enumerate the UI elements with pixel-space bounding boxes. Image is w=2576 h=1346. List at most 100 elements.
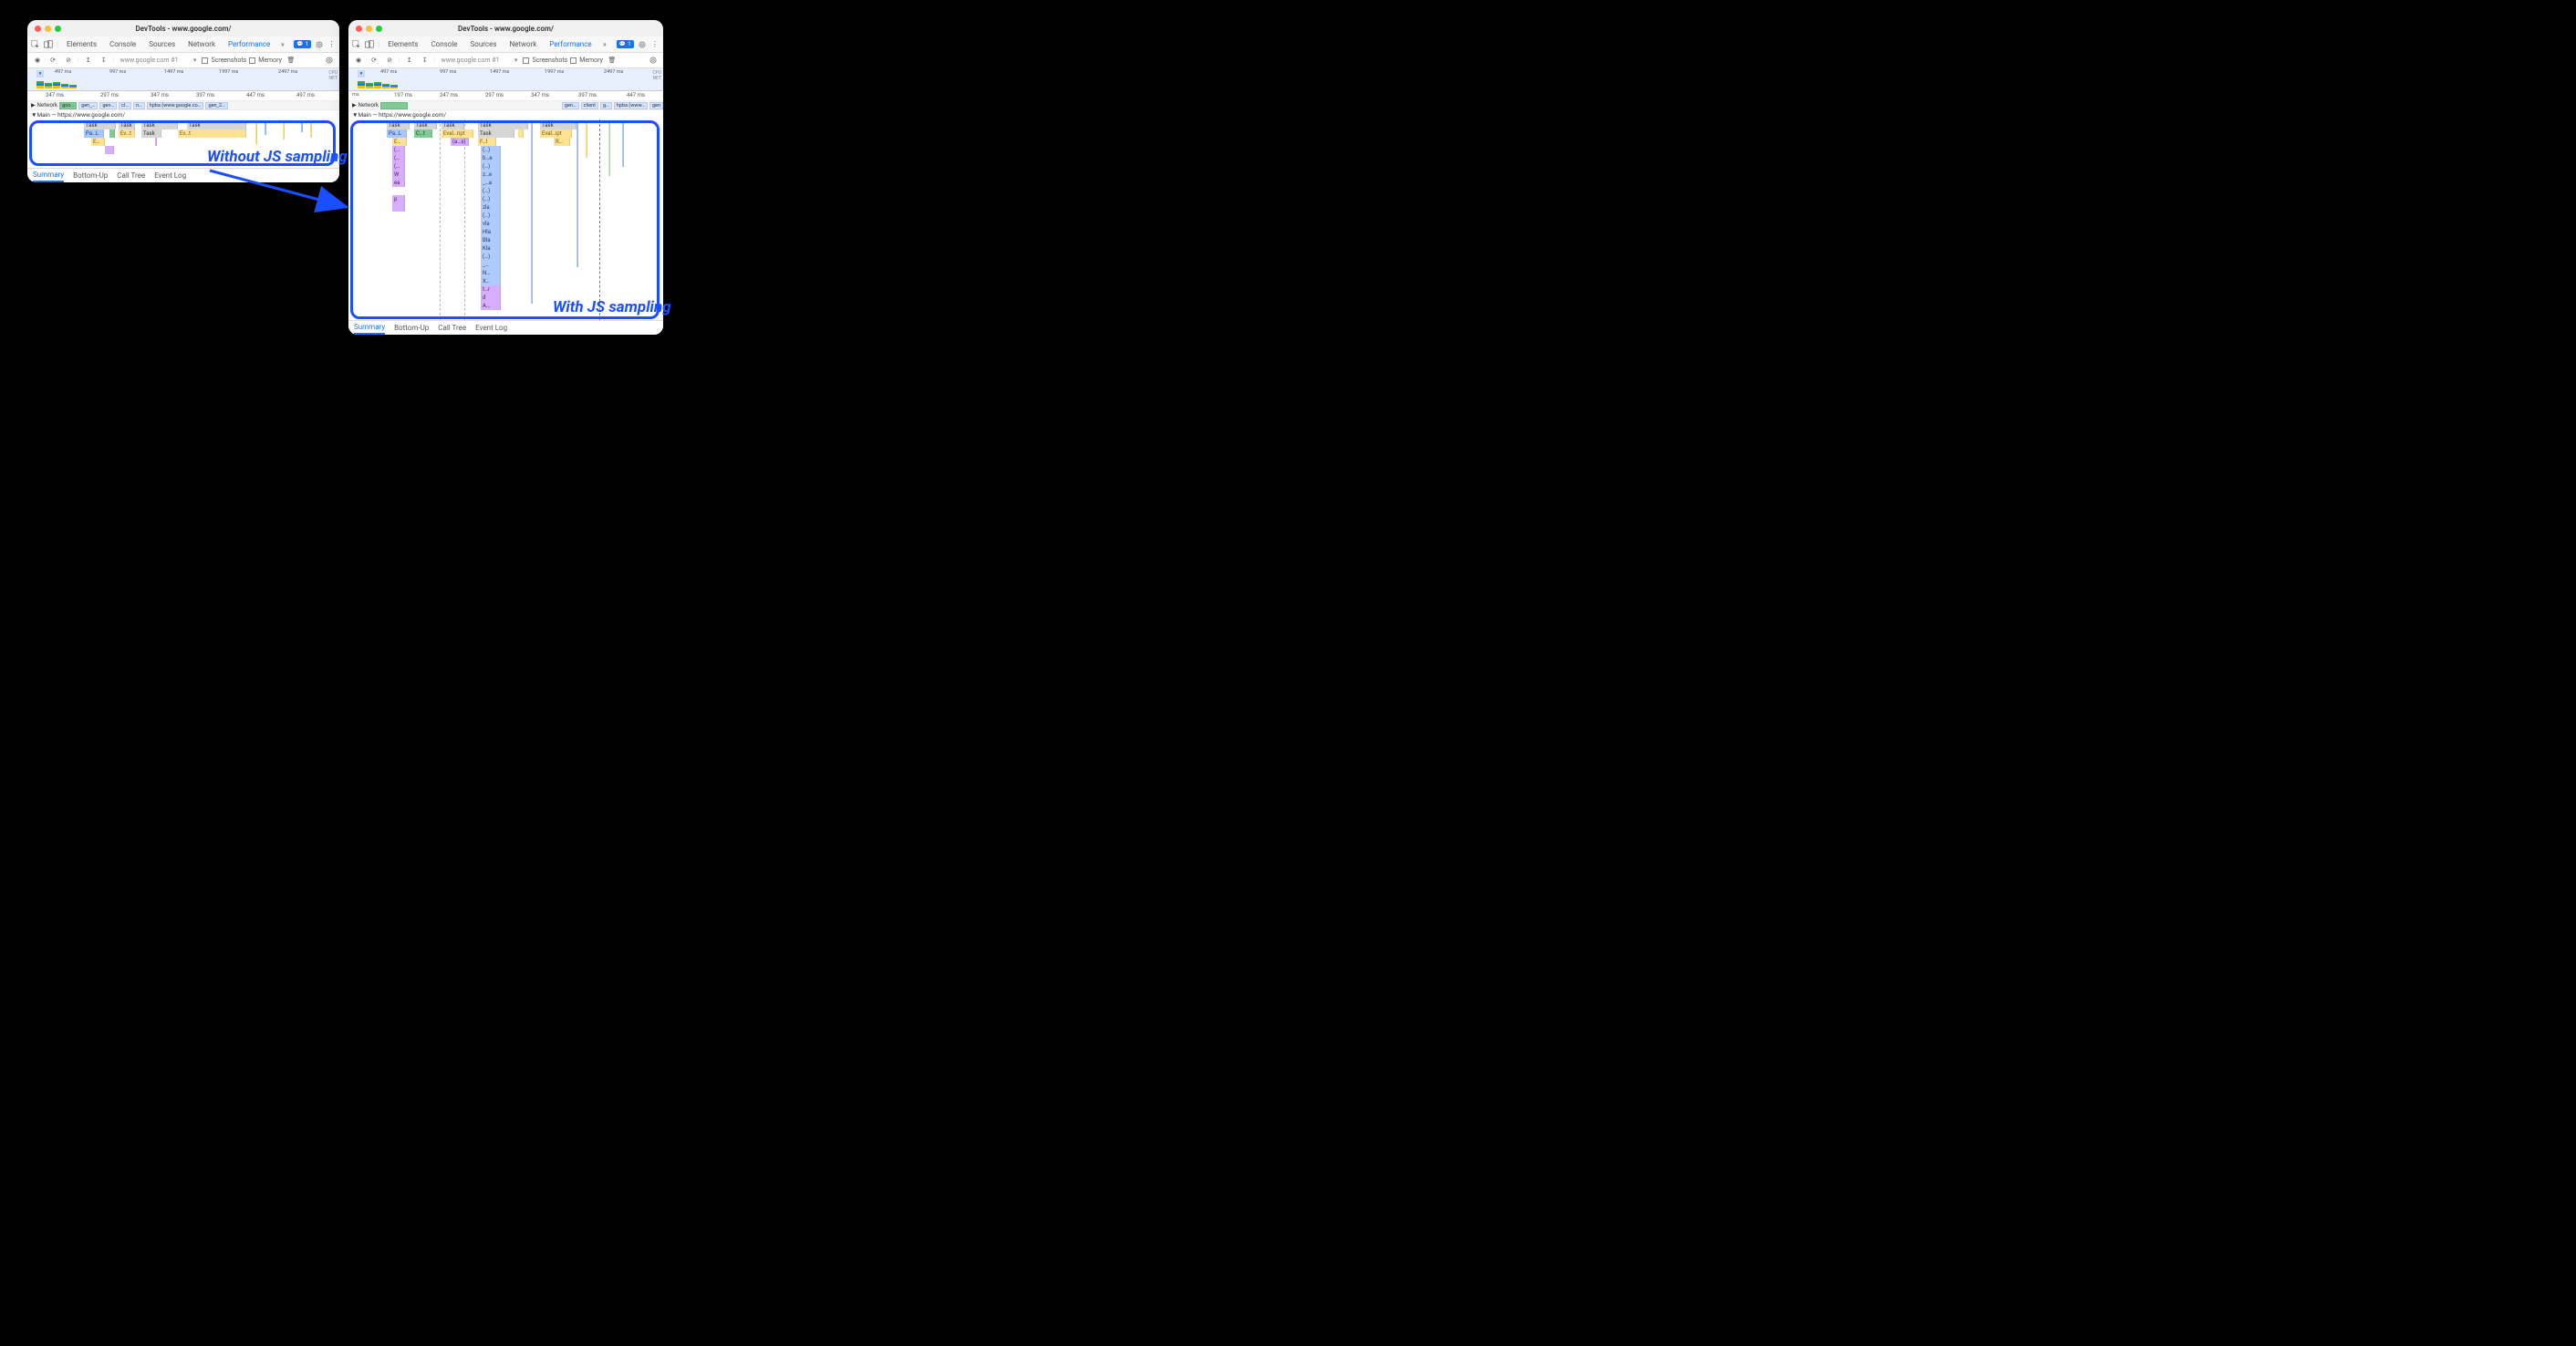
tab-eventlog[interactable]: Event Log (154, 170, 186, 181)
recording-select[interactable]: www.google.com #1▾ (438, 57, 520, 64)
network-request[interactable]: g… (600, 102, 612, 109)
flame-entry[interactable]: vla (481, 220, 501, 228)
flame-entry[interactable]: d (481, 294, 501, 302)
network-request[interactable]: gen… (562, 102, 579, 109)
clear-icon[interactable]: ⊘ (62, 54, 75, 67)
network-request[interactable]: hpba (www.google.co… (147, 102, 204, 109)
memory-checkbox[interactable] (249, 57, 255, 64)
timeline-overview[interactable]: ⏸ 497 ms 997 ms 1497 ms 1997 ms 2497 ms … (348, 68, 663, 91)
record-icon[interactable]: ◉ (31, 54, 44, 67)
issues-badge[interactable]: 💬 1 (294, 40, 311, 48)
flame-entry[interactable]: A… (481, 302, 501, 310)
tab-performance[interactable]: Performance (223, 38, 275, 50)
inspect-icon[interactable] (352, 38, 361, 51)
tab-elements[interactable]: Elements (383, 38, 422, 50)
record-icon[interactable]: ◉ (352, 54, 365, 67)
memory-checkbox[interactable] (570, 57, 576, 64)
issues-badge[interactable]: 💬 1 (617, 40, 634, 48)
flame-entry[interactable]: b…e (481, 154, 501, 162)
traffic-lights[interactable] (35, 26, 61, 32)
upload-icon[interactable]: ↥ (82, 54, 95, 67)
upload-icon[interactable]: ↥ (403, 54, 416, 67)
tab-network[interactable]: Network (183, 38, 220, 50)
traffic-lights[interactable] (356, 26, 382, 32)
tab-summary[interactable]: Summary (33, 169, 64, 182)
flame-entry[interactable]: (…) (481, 195, 501, 203)
network-request[interactable]: cl… (119, 102, 131, 109)
network-track[interactable]: ▶Network gen… client g… hpba (www… gen (348, 101, 663, 110)
clear-icon[interactable]: ⊘ (383, 54, 396, 67)
timeline-overview[interactable]: ⏸ 497 ms 997 ms 1497 ms 1997 ms 2497 ms … (27, 68, 339, 91)
device-toggle-icon[interactable] (365, 38, 374, 51)
kebab-icon[interactable]: ⋮ (327, 38, 336, 51)
tab-bottomup[interactable]: Bottom-Up (394, 322, 429, 334)
flame-entry[interactable]: (…) (481, 146, 501, 154)
network-request[interactable] (380, 102, 408, 109)
flame-entry[interactable]: z…e (481, 171, 501, 179)
screenshots-checkbox[interactable] (202, 57, 208, 64)
reload-record-icon[interactable]: ⟳ (368, 54, 380, 67)
network-request[interactable]: gen_2… (205, 102, 227, 109)
tab-console[interactable]: Console (105, 38, 140, 50)
flame-entry[interactable]: (…) (481, 162, 501, 171)
gear-icon[interactable] (638, 38, 647, 51)
minimize-icon[interactable] (366, 26, 372, 32)
network-track[interactable]: ▶Network goo… gen_… gen… cl… n… hpba (ww… (27, 101, 339, 110)
flame-entry[interactable]: Bla (481, 236, 501, 244)
tab-sources[interactable]: Sources (144, 38, 180, 50)
flame-entry[interactable]: (…) (481, 212, 501, 220)
network-request[interactable]: client (581, 102, 598, 109)
time-ruler[interactable]: ms 197 ms 247 ms 297 ms 347 ms 397 ms 44… (348, 91, 663, 101)
tab-elements[interactable]: Elements (62, 38, 101, 50)
tab-sources[interactable]: Sources (466, 38, 502, 50)
network-request[interactable]: n… (133, 102, 145, 109)
flame-entry[interactable]: t…r (481, 285, 501, 294)
tab-network[interactable]: Network (504, 38, 541, 50)
tab-performance[interactable]: Performance (545, 38, 596, 50)
tab-eventlog[interactable]: Event Log (475, 322, 507, 334)
download-icon[interactable]: ↧ (419, 54, 431, 67)
flame-entry[interactable]: N… (481, 269, 501, 277)
main-thread-header[interactable]: ▼ Main — https://www.google.com/ (27, 110, 339, 119)
flame-chart[interactable]: Task Task Task Task Task Pa…L C…t Eval…r… (348, 119, 663, 320)
tab-calltree[interactable]: Call Tree (117, 170, 145, 181)
flame-entry[interactable]: X… (481, 277, 501, 285)
maximize-icon[interactable] (376, 26, 382, 32)
capture-settings-icon[interactable] (647, 54, 660, 67)
network-request[interactable]: gen_… (78, 102, 98, 109)
time-ruler[interactable]: 247 ms 297 ms 347 ms 397 ms 447 ms 497 m… (27, 91, 339, 101)
device-toggle-icon[interactable] (44, 38, 53, 51)
network-request[interactable]: gen (649, 102, 663, 109)
tab-bottomup[interactable]: Bottom-Up (73, 170, 108, 181)
gc-icon[interactable]: 🗑 (606, 54, 618, 67)
main-thread-header[interactable]: ▼ Main — https://www.google.com/ (348, 110, 663, 119)
flame-entry[interactable]: Kla (481, 244, 501, 253)
inspect-icon[interactable] (31, 38, 40, 51)
tab-console[interactable]: Console (426, 38, 462, 50)
more-tabs-icon[interactable]: » (600, 38, 609, 51)
tab-summary[interactable]: Summary (354, 321, 385, 335)
flame-entry[interactable]: _… (481, 261, 501, 269)
gear-icon[interactable] (315, 38, 324, 51)
network-request[interactable]: hpba (www… (614, 102, 648, 109)
tab-calltree[interactable]: Call Tree (438, 322, 466, 334)
capture-settings-icon[interactable] (323, 54, 336, 67)
gc-icon[interactable]: 🗑 (285, 54, 297, 67)
network-request[interactable]: gen… (99, 102, 117, 109)
maximize-icon[interactable] (55, 26, 61, 32)
flame-entry[interactable]: zla (481, 203, 501, 212)
download-icon[interactable]: ↧ (98, 54, 110, 67)
close-icon[interactable] (356, 26, 362, 32)
kebab-icon[interactable]: ⋮ (650, 38, 660, 51)
reload-record-icon[interactable]: ⟳ (47, 54, 59, 67)
network-request[interactable]: goo… (59, 102, 77, 109)
close-icon[interactable] (35, 26, 41, 32)
flame-entry[interactable]: _…a (481, 179, 501, 187)
minimize-icon[interactable] (45, 26, 51, 32)
screenshots-checkbox[interactable] (523, 57, 529, 64)
flame-entry[interactable]: (…) (481, 253, 501, 261)
flame-entry[interactable]: Hla (481, 228, 501, 236)
recording-select[interactable]: www.google.com #1▾ (117, 57, 199, 64)
more-tabs-icon[interactable]: » (278, 38, 286, 51)
flame-entry[interactable]: (…) (481, 187, 501, 195)
